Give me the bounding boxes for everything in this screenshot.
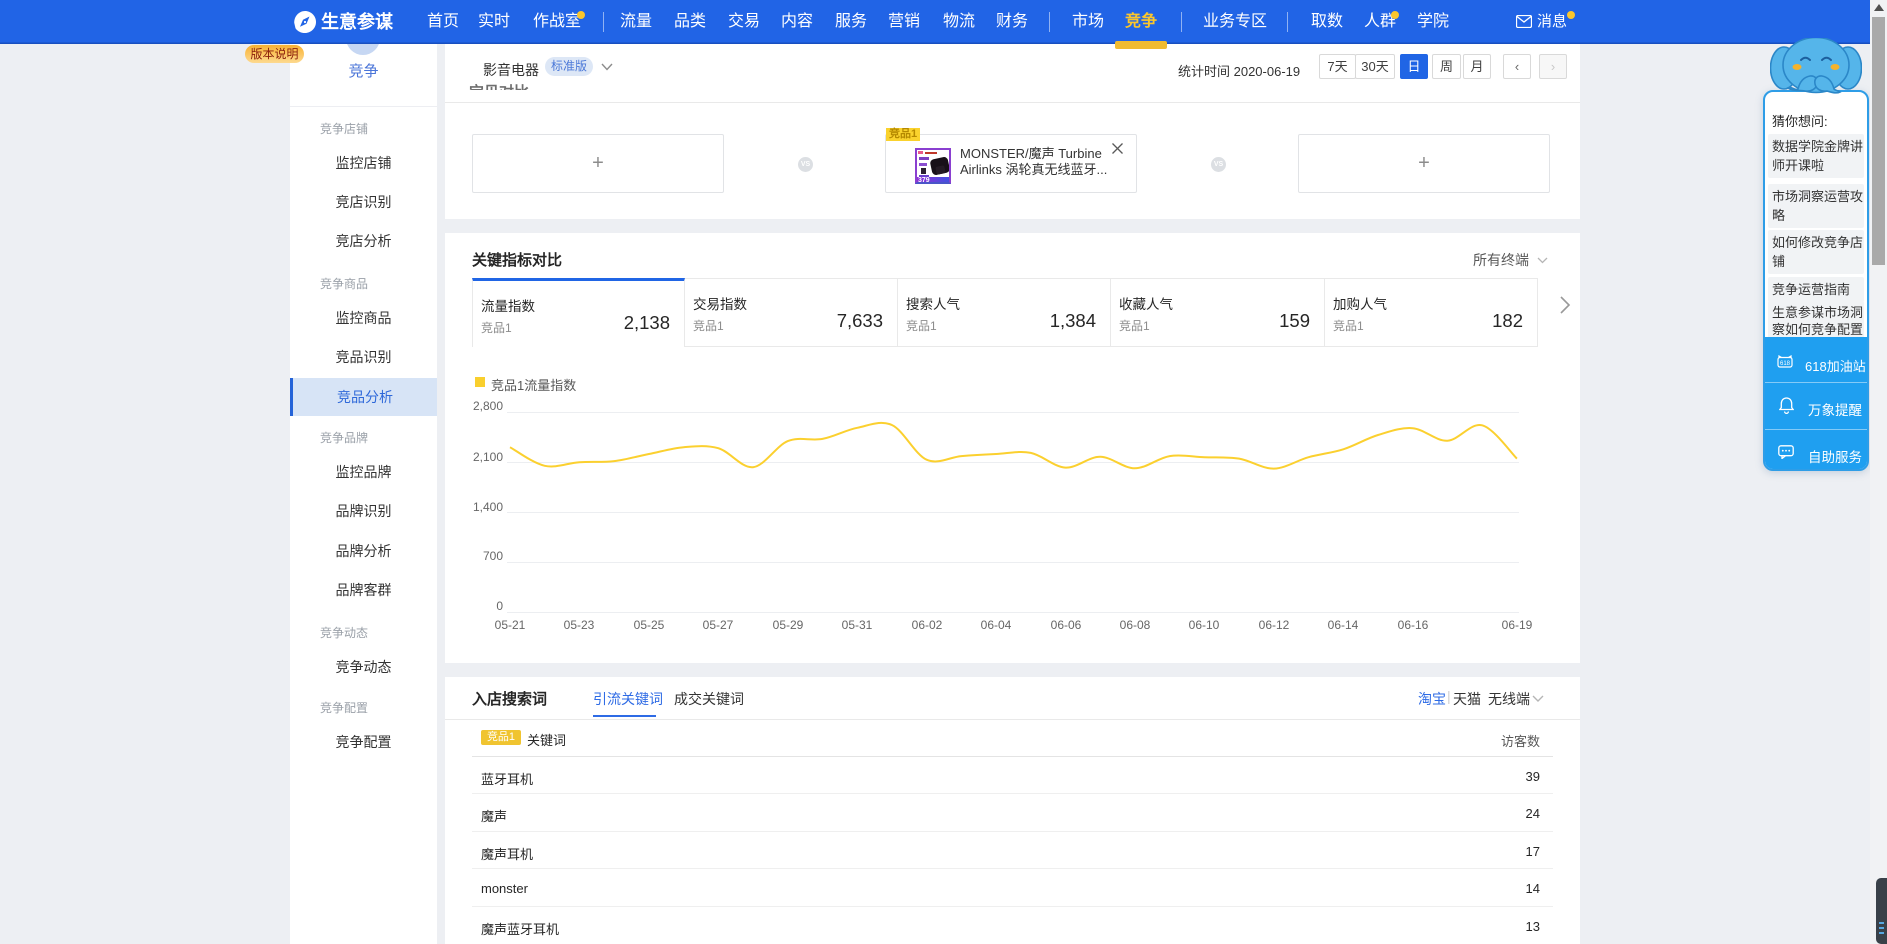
svg-text:06-06: 06-06 (1051, 618, 1082, 632)
svg-text:06-10: 06-10 (1189, 618, 1220, 632)
svg-text:05-27: 05-27 (703, 618, 734, 632)
svg-text:06-16: 06-16 (1398, 618, 1429, 632)
svg-text:06-14: 06-14 (1328, 618, 1359, 632)
svg-text:05-23: 05-23 (564, 618, 595, 632)
svg-text:06-12: 06-12 (1259, 618, 1290, 632)
svg-text:06-02: 06-02 (912, 618, 943, 632)
svg-text:2,100: 2,100 (473, 450, 503, 464)
svg-text:05-21: 05-21 (495, 618, 526, 632)
svg-text:05-25: 05-25 (634, 618, 665, 632)
svg-text:1,400: 1,400 (473, 500, 503, 514)
svg-text:618: 618 (1780, 361, 1791, 367)
svg-text:05-29: 05-29 (773, 618, 804, 632)
svg-text:06-08: 06-08 (1120, 618, 1151, 632)
svg-text:2,800: 2,800 (473, 399, 503, 413)
svg-text:05-31: 05-31 (842, 618, 873, 632)
svg-text:06-04: 06-04 (981, 618, 1012, 632)
svg-text:0: 0 (496, 599, 503, 613)
svg-text:06-19: 06-19 (1502, 618, 1533, 632)
svg-text:700: 700 (483, 549, 503, 563)
